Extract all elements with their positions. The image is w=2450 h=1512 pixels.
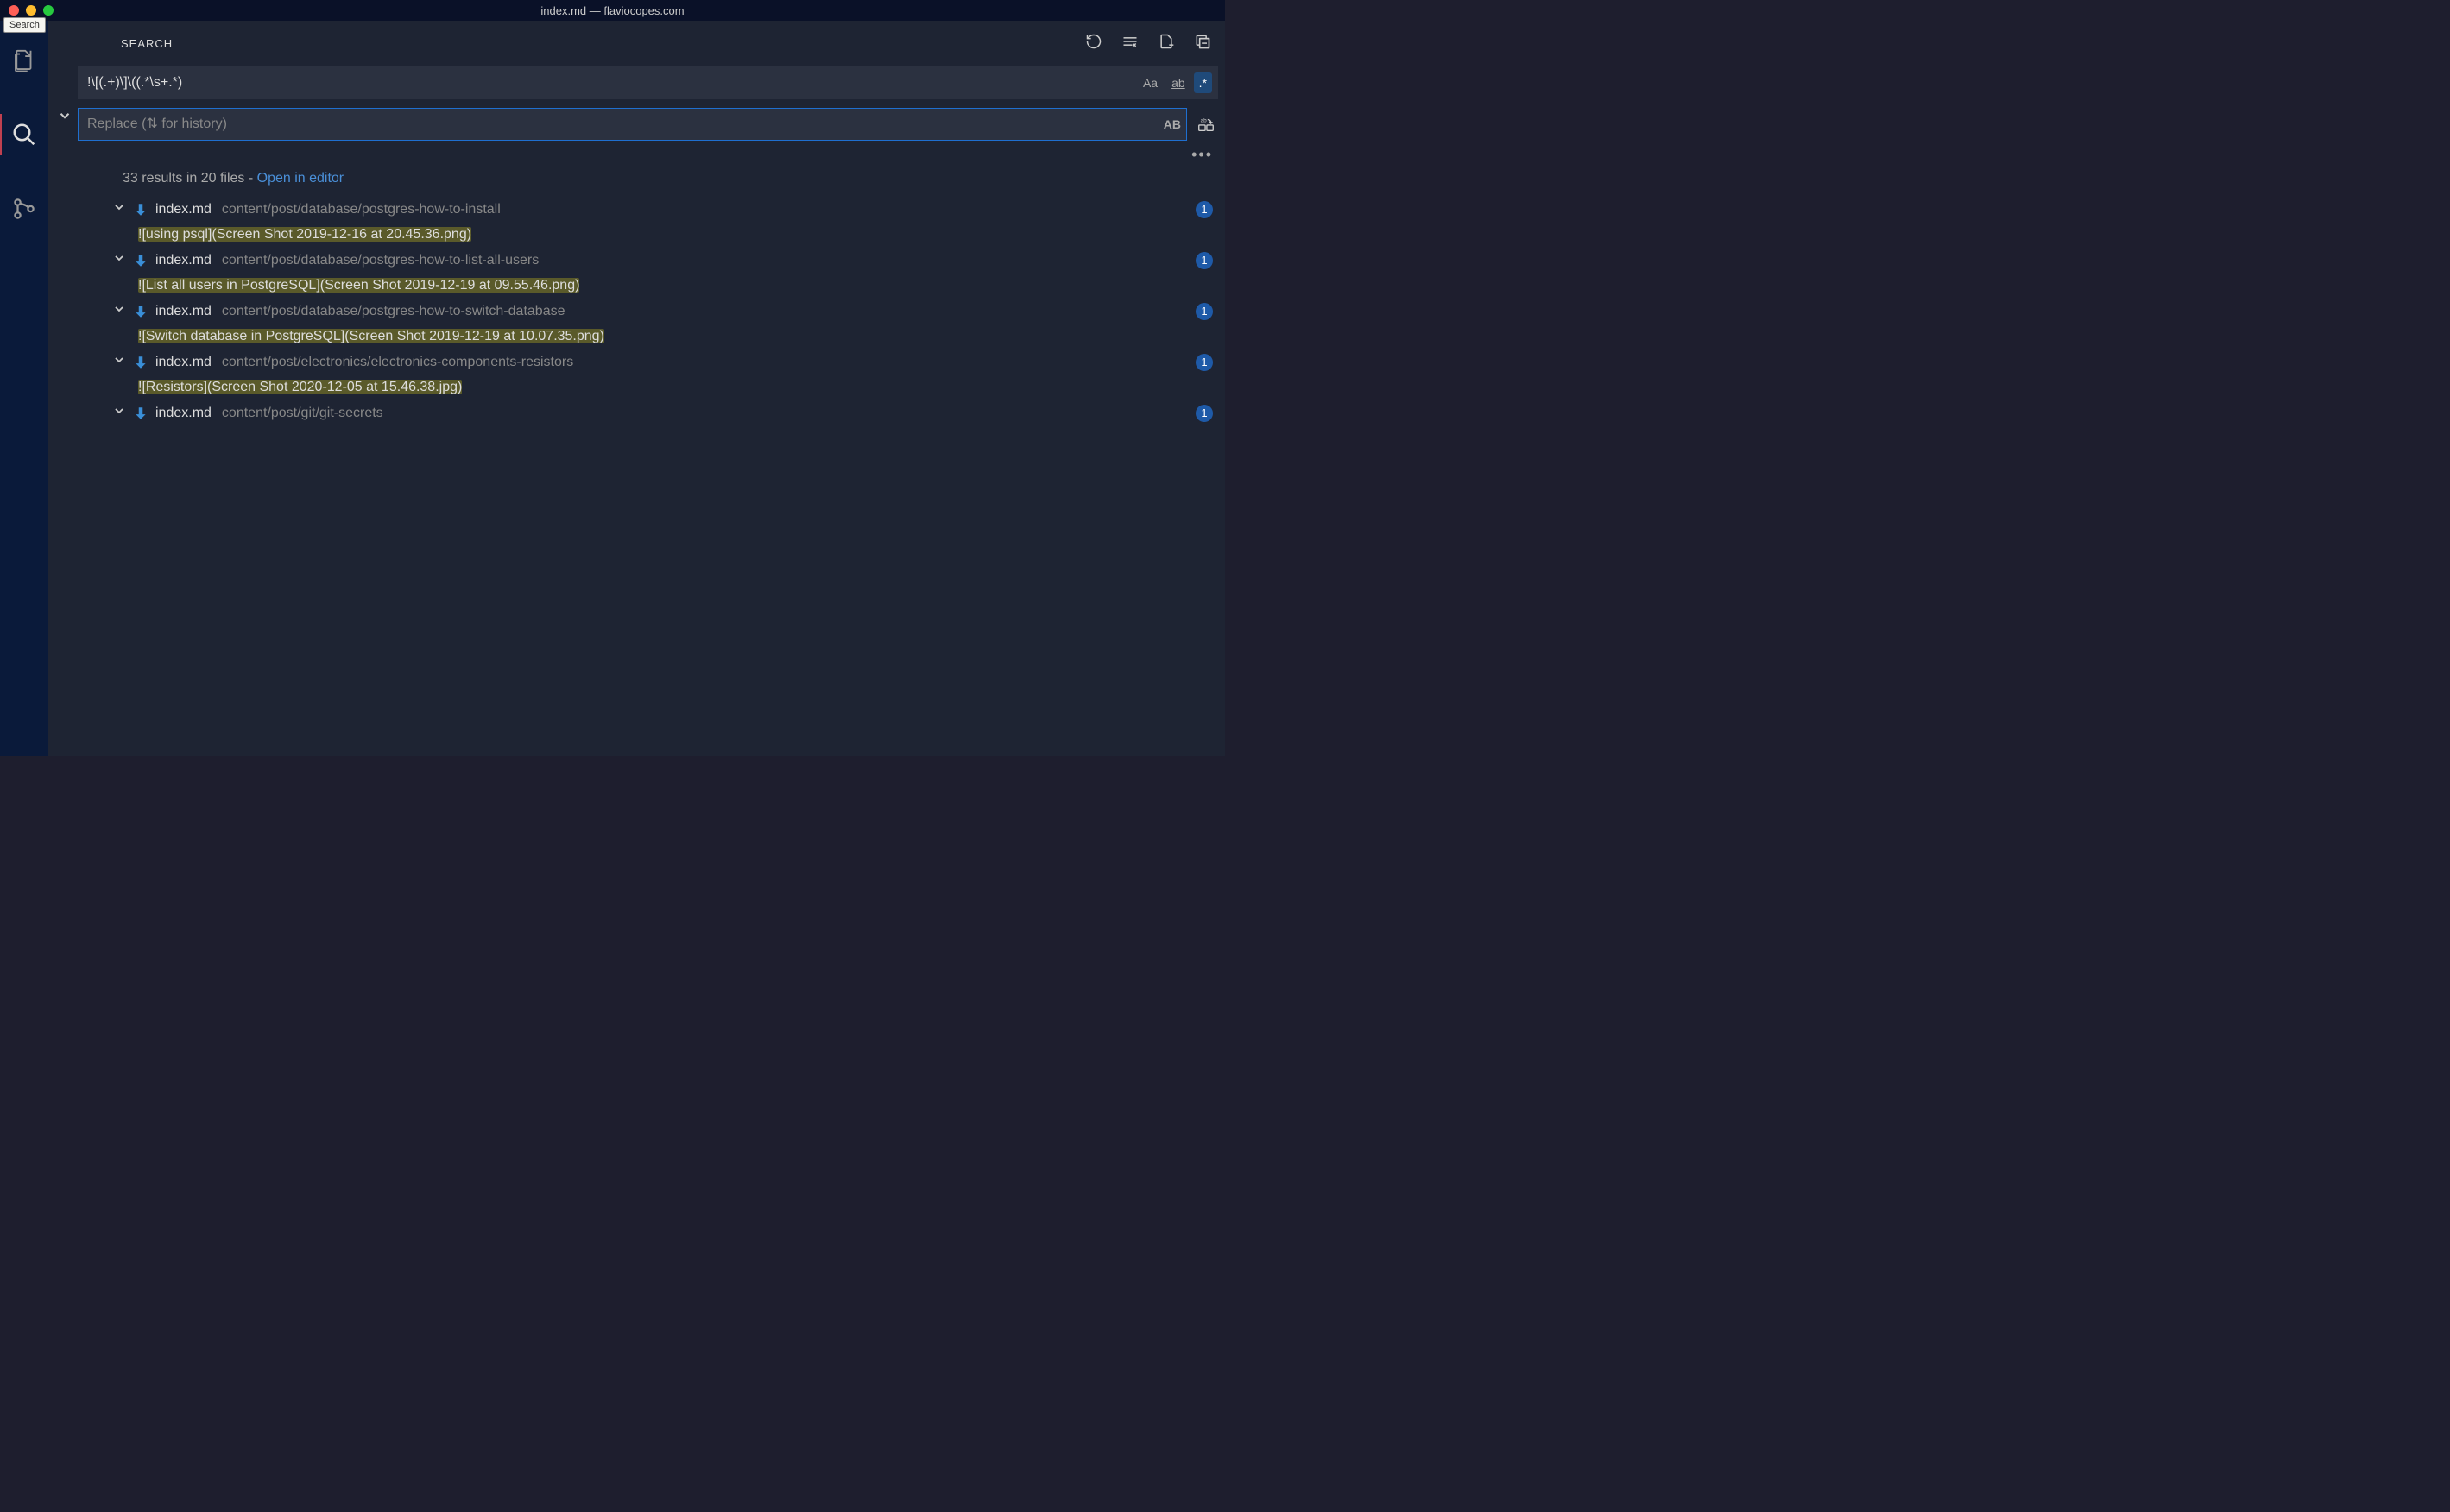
search-panel: SEARCH [48,21,1225,756]
search-input-container: Aa ab .* [78,66,1218,99]
svg-text:ab: ab [1201,117,1208,123]
collapse-all-button[interactable] [1192,31,1213,56]
markdown-file-icon [133,304,148,319]
preserve-case-toggle[interactable]: AB [1164,117,1181,131]
match-line[interactable]: ![List all users in PostgreSQL](Screen S… [102,274,1225,297]
file-path: content/post/database/postgres-how-to-sw… [222,304,1189,319]
search-tooltip: Search [3,17,46,33]
search-input[interactable] [87,75,1138,91]
file-result-group: index.md content/post/database/postgres-h… [102,195,1225,246]
file-path: content/post/electronics/electronics-com… [222,355,1189,370]
match-case-toggle[interactable]: Aa [1138,72,1163,93]
match-line[interactable]: ![Resistors](Screen Shot 2020-12-05 at 1… [102,376,1225,399]
file-name: index.md [155,355,212,370]
chevron-down-icon [112,353,126,371]
chevron-down-icon [112,200,126,218]
file-name: index.md [155,253,212,268]
window-title: index.md — flaviocopes.com [540,4,684,17]
file-result-header[interactable]: index.md content/post/database/postgres-h… [102,195,1225,224]
file-path: content/post/database/postgres-how-to-in… [222,202,1189,217]
explorer-tab[interactable] [0,36,48,85]
markdown-file-icon [133,253,148,268]
regex-toggle[interactable]: .* [1194,72,1212,93]
file-result-header[interactable]: index.md content/post/database/postgres-h… [102,246,1225,274]
close-window-button[interactable] [9,5,19,16]
file-path: content/post/database/postgres-how-to-li… [222,253,1189,268]
maximize-window-button[interactable] [43,5,54,16]
window-controls [0,5,54,16]
file-result-header[interactable]: index.md content/post/git/git-secrets 1 [102,399,1225,427]
source-control-tab[interactable] [0,185,48,233]
open-in-editor-link[interactable]: Open in editor [257,171,344,186]
new-search-editor-button[interactable] [1156,31,1177,56]
results-list: index.md content/post/database/postgres-h… [48,195,1225,749]
match-count-badge: 1 [1196,354,1213,371]
file-name: index.md [155,304,212,319]
match-line[interactable]: ![Switch database in PostgreSQL](Screen … [102,325,1225,348]
replace-all-button[interactable]: ab [1194,112,1218,136]
file-result-group: index.md content/post/database/postgres-h… [102,246,1225,297]
search-tab[interactable] [0,110,48,159]
file-result-group: index.md content/post/database/postgres-h… [102,297,1225,348]
match-count-badge: 1 [1196,405,1213,422]
chevron-down-icon [112,404,126,422]
replace-input[interactable] [87,117,1164,132]
match-line[interactable]: ![using psql](Screen Shot 2019-12-16 at … [102,224,1225,246]
results-summary: 33 results in 20 files - Open in editor [48,164,1225,195]
clear-results-button[interactable] [1120,31,1140,56]
markdown-file-icon [133,406,148,421]
chevron-down-icon [112,251,126,269]
toggle-replace-button[interactable] [55,66,74,141]
file-result-header[interactable]: index.md content/post/database/postgres-h… [102,297,1225,325]
titlebar: index.md — flaviocopes.com Search [0,0,1225,21]
markdown-file-icon [133,202,148,217]
file-name: index.md [155,202,212,217]
match-count-badge: 1 [1196,201,1213,218]
panel-title: SEARCH [121,37,173,50]
replace-input-container: AB [78,108,1187,141]
file-result-group: index.md content/post/electronics/electro… [102,348,1225,399]
file-result-header[interactable]: index.md content/post/electronics/electro… [102,348,1225,376]
activity-bar [0,21,48,756]
toggle-search-details-button[interactable]: ••• [1191,146,1213,164]
chevron-down-icon [112,302,126,320]
file-path: content/post/git/git-secrets [222,406,1189,421]
match-count-badge: 1 [1196,252,1213,269]
file-name: index.md [155,406,212,421]
whole-word-toggle[interactable]: ab [1166,72,1190,93]
match-count-badge: 1 [1196,303,1213,320]
refresh-button[interactable] [1083,31,1104,56]
markdown-file-icon [133,355,148,370]
minimize-window-button[interactable] [26,5,36,16]
file-result-group: index.md content/post/git/git-secrets 1 [102,399,1225,427]
